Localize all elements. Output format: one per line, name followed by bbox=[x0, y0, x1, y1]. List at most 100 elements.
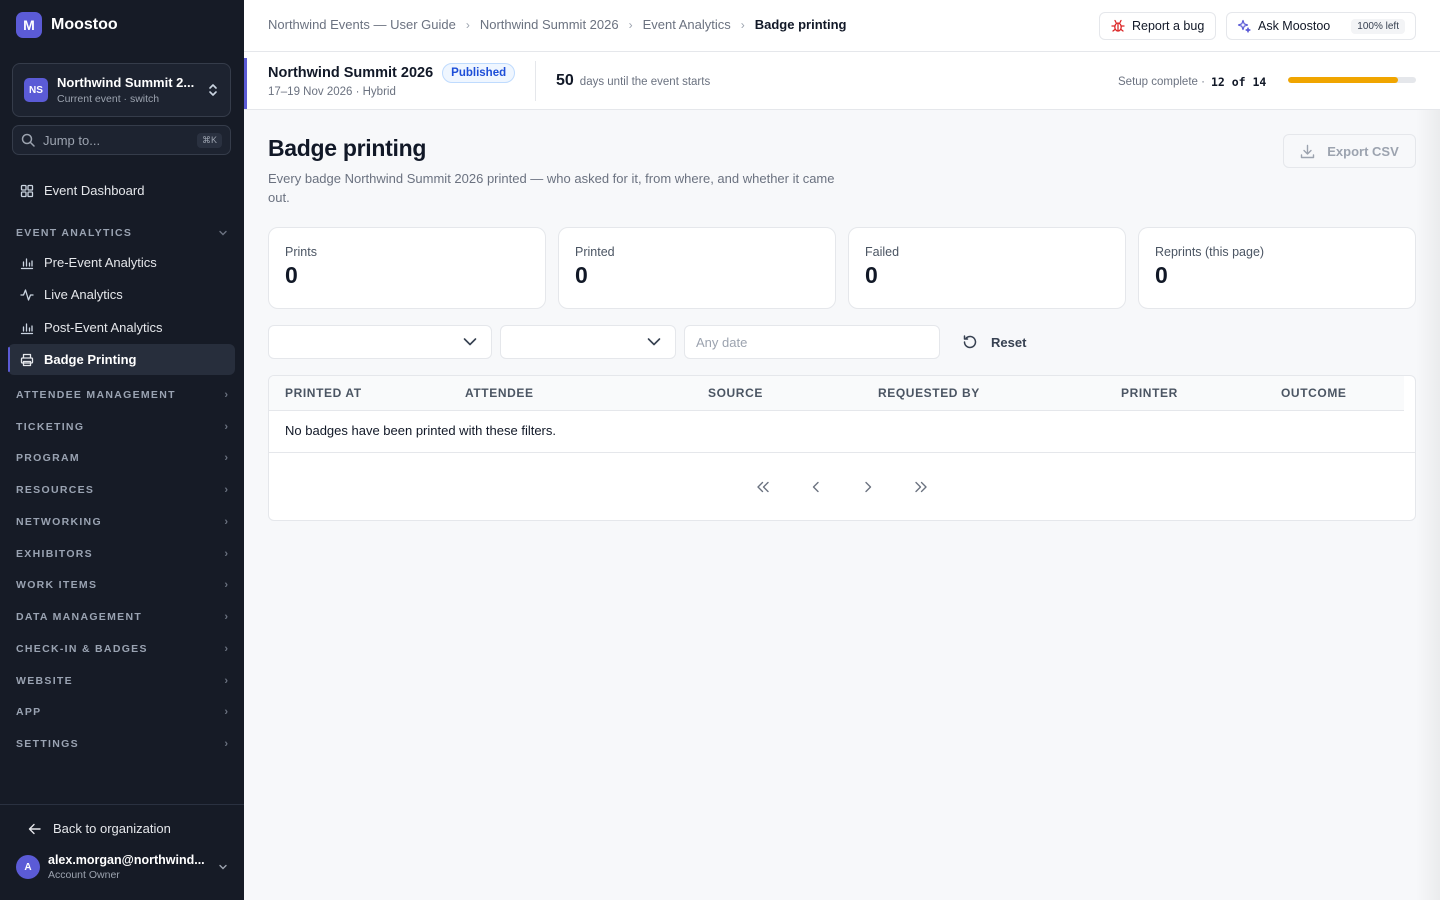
back-label: Back to organization bbox=[53, 821, 171, 836]
export-csv-button[interactable]: Export CSV bbox=[1283, 134, 1416, 168]
stat-label: Printed bbox=[575, 245, 615, 259]
sidebar-item-post-event-analytics[interactable]: Post-Event Analytics bbox=[8, 312, 235, 343]
user-email: alex.morgan@northwind... bbox=[48, 853, 205, 867]
section-work-items[interactable]: WORK ITEMS › bbox=[16, 575, 228, 595]
event-dates: 17–19 Nov 2026 · Hybrid bbox=[268, 86, 396, 98]
first-page-button[interactable] bbox=[749, 477, 777, 497]
section-attendee-management[interactable]: ATTENDEE MANAGEMENT › bbox=[16, 385, 228, 405]
event-switcher[interactable]: NS Northwind Summit 2... Current event ·… bbox=[12, 63, 231, 117]
chevron-right-icon: › bbox=[224, 706, 228, 718]
jump-to-search[interactable]: Jump to... ⌘K bbox=[12, 125, 231, 155]
reset-label: Reset bbox=[991, 334, 1027, 350]
download-icon bbox=[1301, 144, 1315, 158]
breadcrumb-item[interactable]: Event Analytics bbox=[643, 17, 731, 32]
stat-label: Reprints (this page) bbox=[1155, 245, 1265, 259]
column-header[interactable]: SOURCE bbox=[708, 386, 763, 400]
sparkles-icon bbox=[1237, 19, 1251, 33]
previous-page-button[interactable] bbox=[802, 477, 830, 497]
sidebar-item-pre-event-analytics[interactable]: Pre-Event Analytics bbox=[8, 247, 235, 278]
bug-icon bbox=[1111, 19, 1125, 32]
filter-select-1[interactable] bbox=[268, 325, 492, 359]
sidebar-item-badge-printing[interactable]: Badge Printing bbox=[8, 344, 235, 375]
chevrons-left-icon bbox=[757, 481, 769, 493]
brand-logo: M bbox=[16, 12, 42, 38]
reset-filters-button[interactable]: Reset bbox=[954, 325, 1034, 359]
column-header[interactable]: ATTENDEE bbox=[465, 386, 534, 400]
sidebar-item-event-dashboard[interactable]: Event Dashboard bbox=[8, 175, 235, 206]
brand[interactable]: M Moostoo bbox=[16, 12, 118, 38]
top-bar: Northwind Events — User Guide › Northwin… bbox=[244, 0, 1440, 52]
setup-count: 12 of 14 bbox=[1210, 75, 1267, 89]
column-header[interactable]: PRINTED AT bbox=[285, 386, 362, 400]
section-event-analytics[interactable]: EVENT ANALYTICS bbox=[16, 223, 228, 243]
stat-card-prints: Prints 0 bbox=[268, 227, 546, 309]
stat-card-printed: Printed 0 bbox=[558, 227, 836, 309]
breadcrumb: Northwind Events — User Guide › Northwin… bbox=[268, 17, 846, 32]
section-label: TICKETING bbox=[16, 421, 85, 433]
column-header[interactable]: PRINTER bbox=[1121, 386, 1178, 400]
section-networking[interactable]: NETWORKING › bbox=[16, 512, 228, 532]
column-header[interactable]: REQUESTED BY bbox=[878, 386, 980, 400]
chevron-right-icon: › bbox=[224, 548, 228, 560]
badge-print-table: PRINTED AT ATTENDEE SOURCE REQUESTED BY … bbox=[268, 375, 1416, 521]
stat-value: 0 bbox=[1155, 262, 1168, 288]
section-resources[interactable]: RESOURCES › bbox=[16, 480, 228, 500]
section-label: DATA MANAGEMENT bbox=[16, 611, 143, 623]
section-website[interactable]: WEBSITE › bbox=[16, 671, 228, 691]
ask-label: Ask Moostoo bbox=[1258, 19, 1331, 33]
chevron-right-icon: › bbox=[628, 17, 633, 32]
sidebar-item-label: Badge Printing bbox=[44, 352, 137, 367]
stat-label: Failed bbox=[865, 245, 900, 259]
next-page-button[interactable] bbox=[854, 477, 882, 497]
chevron-down-icon bbox=[219, 230, 227, 236]
section-program[interactable]: PROGRAM › bbox=[16, 448, 228, 468]
search-icon bbox=[21, 133, 35, 147]
filter-select-2[interactable] bbox=[500, 325, 676, 359]
back-to-organization-link[interactable]: Back to organization bbox=[28, 821, 171, 836]
chevron-right-icon: › bbox=[465, 17, 470, 32]
export-label: Export CSV bbox=[1327, 143, 1399, 159]
breadcrumb-item[interactable]: Northwind Events — User Guide bbox=[268, 17, 456, 32]
section-label: EXHIBITORS bbox=[16, 548, 93, 560]
sidebar-item-label: Event Dashboard bbox=[44, 183, 145, 198]
section-label: EVENT ANALYTICS bbox=[16, 227, 133, 239]
setup-status[interactable]: Setup complete · 12 of 14 bbox=[1118, 75, 1266, 89]
event-switcher-name: Northwind Summit 2... bbox=[57, 75, 195, 90]
last-page-button[interactable] bbox=[907, 477, 935, 497]
divider bbox=[535, 61, 536, 101]
days-text: days until the event starts bbox=[579, 76, 711, 88]
stat-value: 0 bbox=[285, 262, 298, 288]
chevron-right-icon: › bbox=[224, 675, 228, 687]
stat-label: Prints bbox=[285, 245, 317, 259]
ask-moostoo-button[interactable]: Ask Moostoo 100% left bbox=[1226, 12, 1416, 40]
chevron-right-icon: › bbox=[224, 738, 228, 750]
setup-progress-bar bbox=[1288, 77, 1416, 83]
event-switcher-subtitle: Current event · switch bbox=[57, 93, 160, 105]
section-exhibitors[interactable]: EXHIBITORS › bbox=[16, 544, 228, 564]
section-label: APP bbox=[16, 706, 42, 718]
page-title: Badge printing bbox=[268, 135, 427, 161]
date-filter-input[interactable] bbox=[684, 325, 940, 359]
chevron-right-icon: › bbox=[224, 579, 228, 591]
section-label: CHECK-IN & BADGES bbox=[16, 643, 148, 655]
breadcrumb-item[interactable]: Northwind Summit 2026 bbox=[480, 17, 619, 32]
event-name: Northwind Summit 2026 bbox=[268, 65, 434, 81]
sidebar-item-live-analytics[interactable]: Live Analytics bbox=[8, 279, 235, 310]
section-data-management[interactable]: DATA MANAGEMENT › bbox=[16, 607, 228, 627]
chevron-right-icon: › bbox=[224, 643, 228, 655]
scroll-shadow bbox=[1416, 110, 1440, 900]
sidebar-item-label: Live Analytics bbox=[44, 287, 123, 302]
status-badge: Published bbox=[442, 63, 516, 83]
sidebar-footer: Back to organization A alex.morgan@north… bbox=[0, 804, 244, 900]
section-ticketing[interactable]: TICKETING › bbox=[16, 417, 228, 437]
column-header[interactable]: OUTCOME bbox=[1281, 386, 1347, 400]
section-label: WEBSITE bbox=[16, 675, 73, 687]
chevron-right-icon: › bbox=[224, 484, 228, 496]
section-check-in-badges[interactable]: CHECK-IN & BADGES › bbox=[16, 639, 228, 659]
section-app[interactable]: APP › bbox=[16, 702, 228, 722]
section-settings[interactable]: SETTINGS › bbox=[16, 734, 228, 754]
user-menu[interactable]: A alex.morgan@northwind... Account Owner bbox=[16, 853, 228, 881]
report-bug-button[interactable]: Report a bug bbox=[1099, 12, 1217, 40]
shortcut-badge: ⌘K bbox=[196, 132, 222, 148]
printer-icon bbox=[20, 353, 34, 366]
